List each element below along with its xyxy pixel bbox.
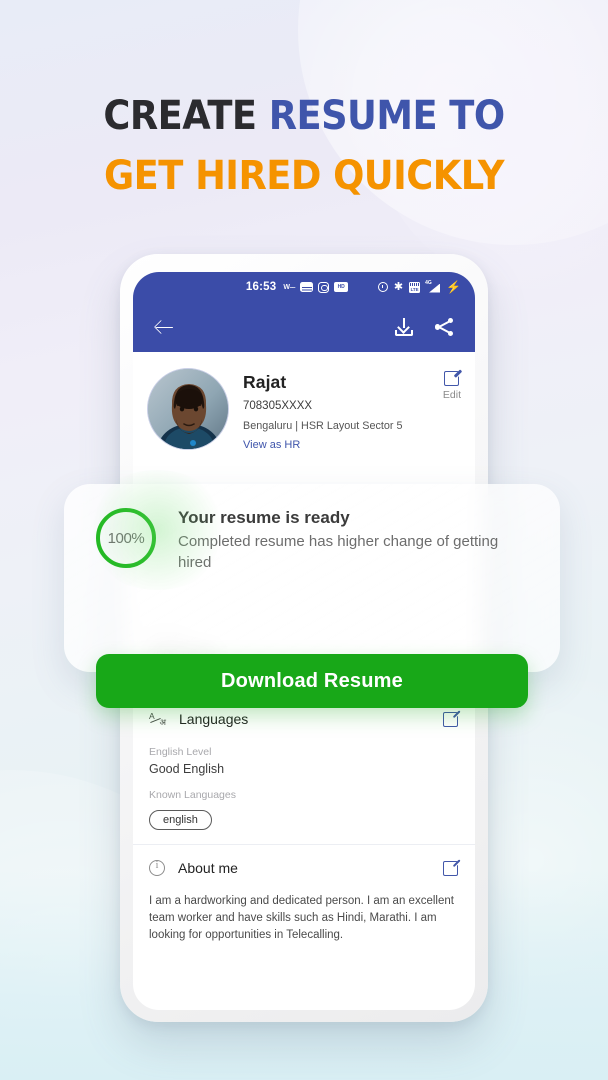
headline-create: CREATE: [103, 93, 269, 139]
completion-ring: 100%: [96, 508, 156, 568]
view-as-hr-link[interactable]: View as HR: [243, 439, 461, 451]
edit-pencil-icon: [443, 370, 460, 386]
english-level-label: English Level: [149, 746, 212, 758]
about-edit-button[interactable]: [443, 860, 459, 876]
headline-line-2: GET HIRED QUICKLY: [104, 153, 505, 199]
download-icon: [395, 318, 413, 336]
arrow-back-icon: [155, 319, 173, 336]
instagram-icon: [318, 281, 330, 293]
about-title: About me: [178, 860, 238, 876]
message-badge-icon: [300, 282, 314, 292]
about-section: About me I am a hardworking and dedicate…: [133, 844, 475, 960]
alarm-icon: [377, 282, 388, 292]
profile-phone: 708305XXXX: [243, 400, 313, 412]
resume-ready-card: 100% Your resume is ready Completed resu…: [64, 470, 560, 708]
status-bar: 16:53 W ▁▁ HD ✱ LTE 4G ⚡: [133, 272, 475, 302]
status-bar-system-icons: ✱ LTE 4G ⚡: [377, 279, 462, 294]
sim-icon: LTE: [409, 281, 421, 293]
avatar: [147, 368, 229, 450]
headline-line-1: CREATE RESUME TO: [24, 86, 583, 146]
completion-percent: 100%: [107, 529, 145, 547]
status-bar-notifications: W ▁▁ HD: [283, 281, 349, 293]
language-chip: english: [149, 810, 212, 830]
info-icon: [149, 860, 165, 876]
app-bar: [133, 302, 475, 352]
hd-badge-icon: HD: [334, 282, 349, 292]
english-level-value: Good English: [149, 762, 225, 776]
status-bar-time: 16:53: [245, 281, 277, 293]
download-resume-button[interactable]: Download Resume: [96, 654, 528, 708]
signal-4g-icon: 4G: [425, 279, 441, 293]
bluetooth-icon: ✱: [393, 280, 404, 293]
profile-name: Rajat: [243, 372, 287, 392]
share-button[interactable]: [431, 314, 457, 340]
about-body: I am a hardworking and dedicated person.…: [149, 895, 454, 941]
profile-location: Bengaluru | HSR Layout Sector 5: [243, 420, 403, 432]
headline: CREATE RESUME TO GET HIRED QUICKLY: [0, 86, 608, 206]
known-languages-chips: english: [149, 810, 459, 830]
translate-icon: Aअ: [149, 710, 166, 727]
network-label: 4G: [425, 279, 432, 286]
download-button[interactable]: [391, 314, 417, 340]
headline-resume-to: RESUME TO: [268, 93, 505, 139]
back-button[interactable]: [151, 314, 177, 340]
profile-section: Rajat 708305XXXX Bengaluru | HSR Layout …: [133, 352, 475, 459]
known-languages-label: Known Languages: [149, 789, 236, 801]
profile-edit-button[interactable]: Edit: [443, 370, 461, 401]
charging-bolt-icon: ⚡: [446, 280, 462, 294]
about-header: About me: [133, 845, 475, 889]
languages-section: Aअ Languages English Level Good English …: [133, 695, 475, 844]
resume-ready-subtitle: Completed resume has higher change of ge…: [178, 533, 499, 571]
share-icon: [435, 318, 453, 336]
languages-title: Languages: [179, 711, 249, 727]
whatsapp-icon: W ▁▁: [283, 283, 296, 291]
languages-edit-button[interactable]: [443, 711, 459, 727]
profile-edit-label: Edit: [442, 389, 461, 401]
resume-ready-title: Your resume is ready: [178, 508, 350, 527]
